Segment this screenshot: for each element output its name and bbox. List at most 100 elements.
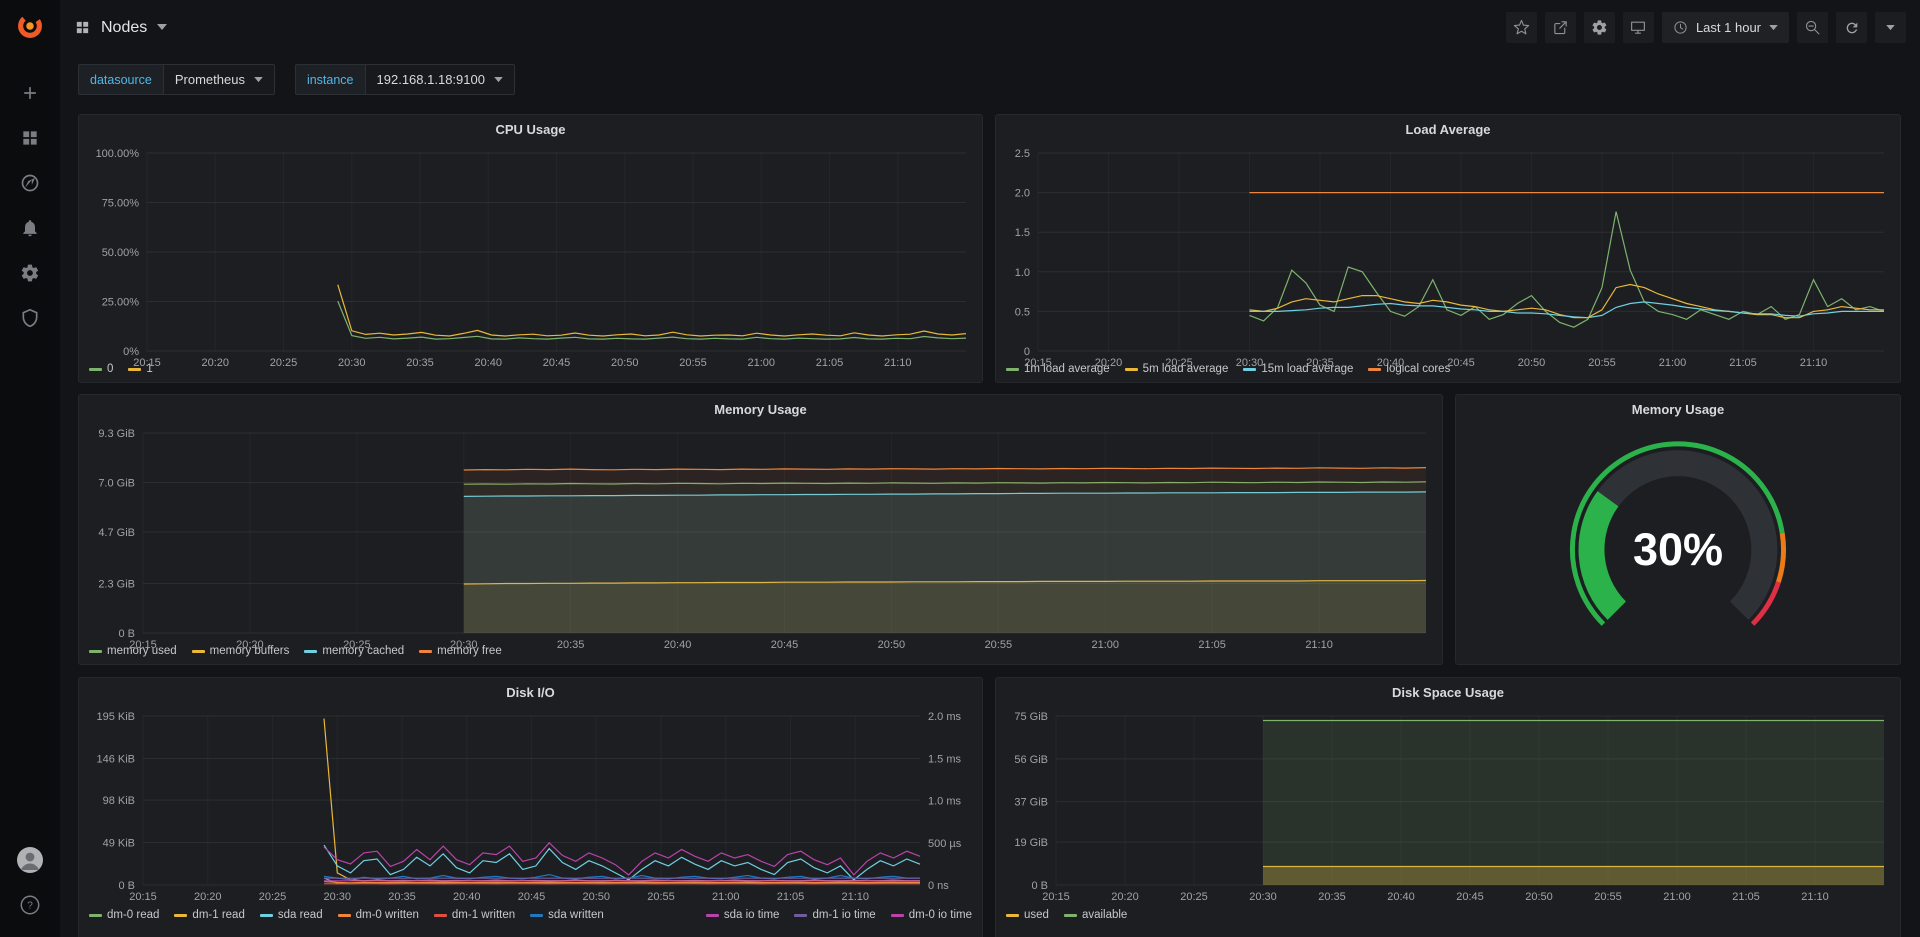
panel-title[interactable]: Load Average (996, 115, 1900, 143)
chevron-down-icon (157, 24, 167, 31)
disk-io-chart[interactable]: 0 B49 KiB98 KiB146 KiB195 KiB0 ns500 µs1… (79, 706, 982, 906)
server-admin-button[interactable] (0, 295, 60, 340)
panel-title[interactable]: CPU Usage (79, 115, 982, 143)
svg-text:1.0 ms: 1.0 ms (928, 796, 962, 808)
sidebar: ? (0, 0, 60, 937)
memory-usage-chart[interactable]: 0 B2.3 GiB4.7 GiB7.0 GiB9.3 GiB20:1520:2… (79, 423, 1442, 642)
grafana-logo[interactable] (12, 8, 48, 44)
svg-text:21:00: 21:00 (747, 357, 775, 369)
svg-text:20:20: 20:20 (194, 891, 222, 903)
chevron-down-icon (254, 77, 263, 83)
svg-text:20:30: 20:30 (323, 891, 351, 903)
dashboard-title: Nodes (101, 19, 147, 37)
svg-text:20:40: 20:40 (1387, 891, 1415, 903)
legend-color-chip (706, 914, 719, 917)
help-button[interactable]: ? (0, 882, 60, 927)
create-button[interactable] (0, 70, 60, 115)
svg-text:20:15: 20:15 (129, 639, 157, 651)
instance-select[interactable]: 192.168.1.18:9100 (365, 64, 515, 95)
dashboards-button[interactable] (0, 115, 60, 160)
datasource-value: Prometheus (175, 72, 245, 87)
alerting-button[interactable] (0, 205, 60, 250)
user-avatar[interactable] (0, 837, 60, 882)
configuration-button[interactable] (0, 250, 60, 295)
dashboard-title-group[interactable]: Nodes (74, 19, 167, 37)
legend-color-chip (1064, 914, 1077, 917)
legend-label: dm-1 read (192, 909, 244, 921)
gauge-value: 30% (1633, 524, 1723, 575)
chevron-down-icon (1886, 25, 1895, 31)
svg-text:20:15: 20:15 (133, 357, 161, 369)
explore-button[interactable] (0, 160, 60, 205)
legend-item-dm-0-read[interactable]: dm-0 read (89, 909, 159, 921)
legend-item-available[interactable]: available (1064, 909, 1127, 921)
svg-text:21:00: 21:00 (712, 891, 740, 903)
legend-label: available (1082, 909, 1127, 921)
legend-item-sda-io-time[interactable]: sda io time (706, 909, 780, 921)
disk-space-chart[interactable]: 0 B19 GiB37 GiB56 GiB75 GiB20:1520:2020:… (996, 706, 1900, 906)
shield-icon (20, 308, 40, 328)
legend-item-used[interactable]: used (1006, 909, 1049, 921)
svg-text:20:30: 20:30 (1249, 891, 1277, 903)
legend-item-dm-1-io-time[interactable]: dm-1 io time (794, 909, 875, 921)
memory-usage-gauge[interactable]: 30% (1456, 423, 1900, 664)
cpu-plot: 0%25.00%50.00%75.00%100.00%20:1520:2020:… (79, 143, 982, 372)
svg-text:0 ns: 0 ns (928, 880, 949, 892)
panel-title[interactable]: Memory Usage (79, 395, 1442, 423)
dashboard-squares-icon (74, 19, 91, 36)
legend-label: used (1024, 909, 1049, 921)
dashboard-settings-button[interactable] (1584, 12, 1615, 43)
refresh-interval-dropdown[interactable] (1875, 12, 1906, 43)
share-icon (1552, 19, 1569, 36)
svg-text:21:05: 21:05 (1729, 357, 1757, 369)
legend-color-chip (891, 914, 904, 917)
svg-text:20:20: 20:20 (236, 639, 264, 651)
svg-text:25.00%: 25.00% (102, 297, 140, 309)
panel-memory-usage: Memory Usage 0 B2.3 GiB4.7 GiB7.0 GiB9.3… (78, 394, 1443, 665)
gear-icon (1591, 19, 1608, 36)
disk-io-legend: dm-0 read dm-1 read sda read dm-0 written dm… (79, 906, 982, 928)
svg-text:56 GiB: 56 GiB (1014, 754, 1048, 766)
svg-text:20:40: 20:40 (474, 357, 502, 369)
time-range-picker[interactable]: Last 1 hour (1662, 12, 1789, 43)
refresh-button[interactable] (1836, 12, 1867, 43)
zoom-out-button[interactable] (1797, 12, 1828, 43)
panel-disk-space-usage: Disk Space Usage 0 B19 GiB37 GiB56 GiB75… (995, 677, 1901, 937)
star-button[interactable] (1506, 12, 1537, 43)
svg-text:4.7 GiB: 4.7 GiB (98, 527, 135, 539)
svg-text:21:05: 21:05 (1732, 891, 1760, 903)
svg-text:?: ? (27, 900, 33, 911)
svg-text:7.0 GiB: 7.0 GiB (98, 477, 135, 489)
svg-text:2.5: 2.5 (1015, 148, 1030, 160)
svg-text:146 KiB: 146 KiB (96, 753, 135, 765)
legend-item-dm-0-io-time[interactable]: dm-0 io time (891, 909, 972, 921)
svg-text:20:20: 20:20 (201, 357, 229, 369)
cycle-view-button[interactable] (1623, 12, 1654, 43)
load-average-chart[interactable]: 00.51.01.52.02.520:1520:2020:2520:3020:3… (996, 143, 1900, 360)
legend-item-sda-read[interactable]: sda read (260, 909, 323, 921)
svg-text:20:40: 20:40 (1377, 357, 1405, 369)
compass-icon (20, 173, 40, 193)
share-button[interactable] (1545, 12, 1576, 43)
panel-title[interactable]: Disk Space Usage (996, 678, 1900, 706)
instance-label: instance (295, 64, 365, 95)
svg-text:2.3 GiB: 2.3 GiB (98, 579, 135, 591)
legend-item-sda-written[interactable]: sda written (530, 909, 604, 921)
svg-text:21:00: 21:00 (1091, 639, 1119, 651)
legend-item-dm-1-written[interactable]: dm-1 written (434, 909, 515, 921)
cpu-usage-chart[interactable]: 0%25.00%50.00%75.00%100.00%20:1520:2020:… (79, 143, 982, 360)
datasource-select[interactable]: Prometheus (163, 64, 275, 95)
legend-item-dm-0-written[interactable]: dm-0 written (338, 909, 419, 921)
panel-title[interactable]: Disk I/O (79, 678, 982, 706)
svg-text:20:30: 20:30 (1236, 357, 1264, 369)
legend-color-chip (1006, 914, 1019, 917)
panel-title[interactable]: Memory Usage (1456, 395, 1900, 423)
svg-text:21:00: 21:00 (1663, 891, 1691, 903)
legend-label: sda written (548, 909, 604, 921)
legend-color-chip (260, 914, 273, 917)
legend-label: dm-0 io time (909, 909, 972, 921)
svg-text:20:45: 20:45 (1447, 357, 1475, 369)
legend-item-dm-1-read[interactable]: dm-1 read (174, 909, 244, 921)
panel-cpu-usage: CPU Usage 0%25.00%50.00%75.00%100.00%20:… (78, 114, 983, 383)
panel-memory-usage-gauge: Memory Usage 30% (1455, 394, 1901, 665)
